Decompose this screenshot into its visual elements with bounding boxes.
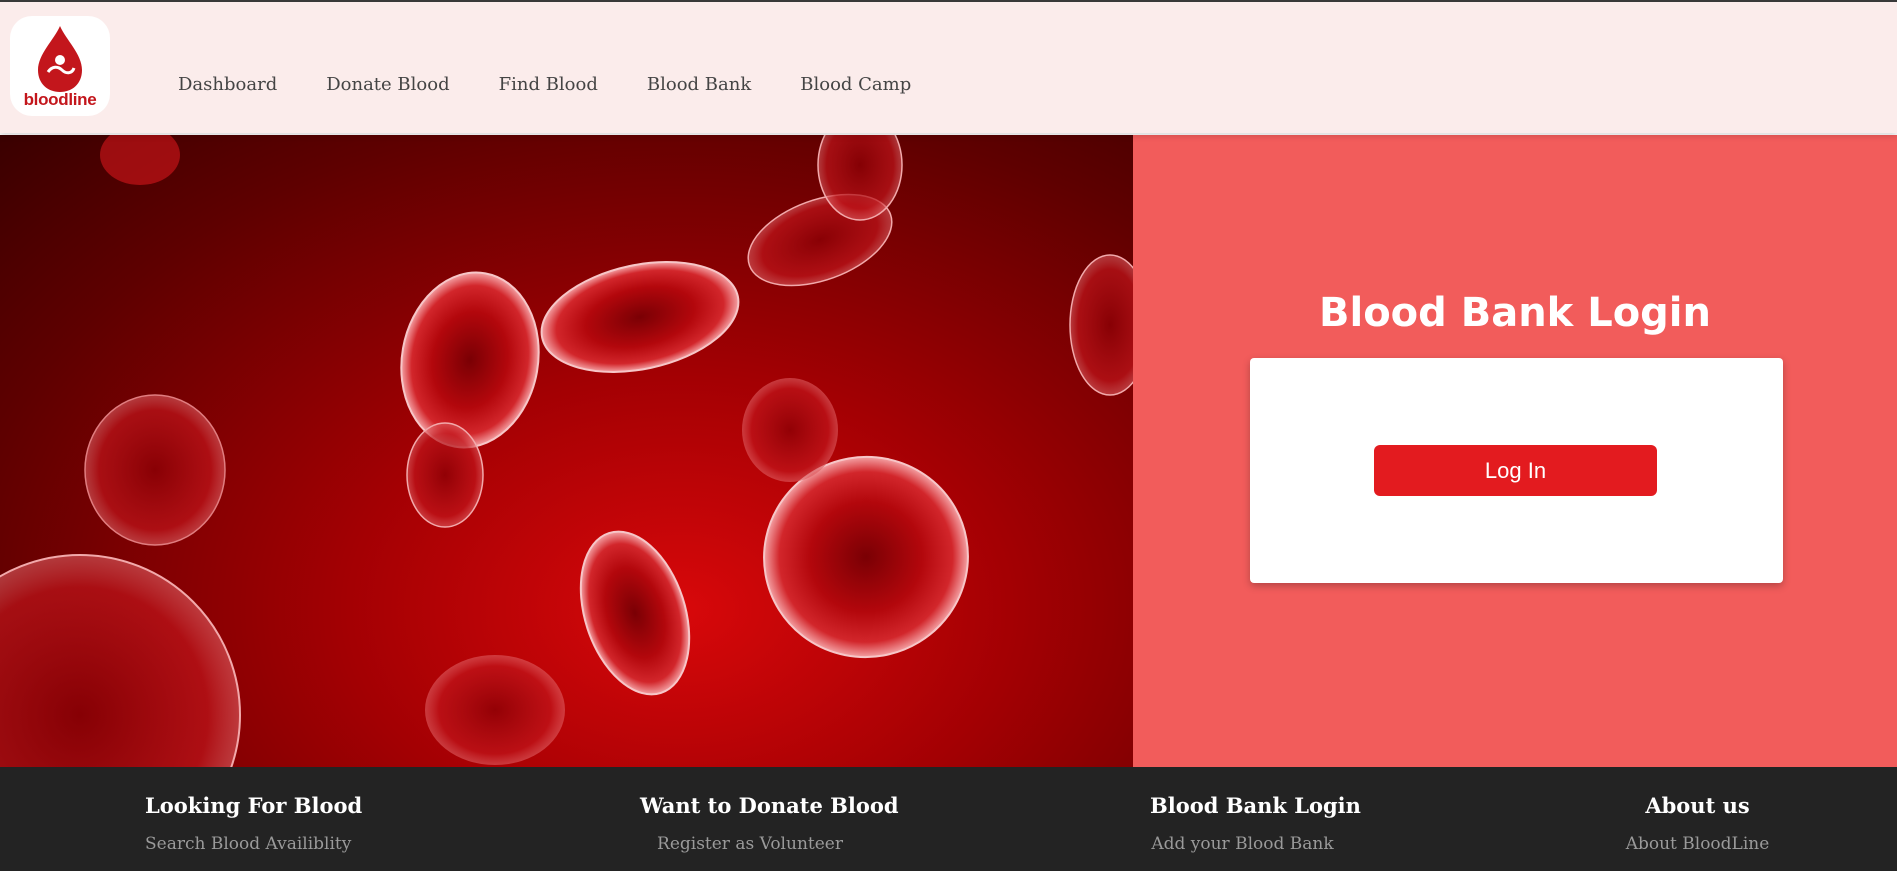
nav-find-blood[interactable]: Find Blood <box>499 74 598 95</box>
bloodline-logo[interactable]: bloodline <box>10 16 110 116</box>
login-card: Log In <box>1250 358 1783 583</box>
footer: Looking For Blood Search Blood Availibli… <box>0 767 1897 871</box>
footer-link-about-bloodline[interactable]: About BloodLine <box>1625 834 1770 854</box>
nav-donate-blood[interactable]: Donate Blood <box>326 74 449 95</box>
footer-col-about-us: About us About BloodLine <box>1625 793 1770 854</box>
navbar: bloodline Dashboard Donate Blood Find Bl… <box>0 2 1897 133</box>
login-panel: Blood Bank Login Log In <box>1133 135 1897 767</box>
footer-col-donate-blood: Want to Donate Blood Register as Volunte… <box>640 793 899 854</box>
footer-col-blood-bank-login: Blood Bank Login Add your Blood Bank <box>1150 793 1361 854</box>
login-button[interactable]: Log In <box>1374 445 1657 496</box>
footer-heading: Want to Donate Blood <box>640 793 899 818</box>
blood-cells-illustration <box>0 135 1133 767</box>
footer-heading: About us <box>1645 793 1750 818</box>
nav-blood-bank[interactable]: Blood Bank <box>647 74 751 95</box>
hero-blood-cells-image <box>0 135 1133 767</box>
footer-link-register-volunteer[interactable]: Register as Volunteer <box>640 834 860 854</box>
main-nav: Dashboard Donate Blood Find Blood Blood … <box>178 74 960 95</box>
footer-col-looking-for-blood: Looking For Blood Search Blood Availibli… <box>145 793 363 854</box>
footer-link-add-blood-bank[interactable]: Add your Blood Bank <box>1150 834 1335 854</box>
nav-blood-camp[interactable]: Blood Camp <box>800 74 911 95</box>
nav-dashboard[interactable]: Dashboard <box>178 74 277 95</box>
footer-heading: Looking For Blood <box>145 793 363 818</box>
login-title: Blood Bank Login <box>1319 289 1711 336</box>
footer-link-search-blood[interactable]: Search Blood Availiblity <box>145 834 351 854</box>
logo-text: bloodline <box>23 90 97 109</box>
footer-heading: Blood Bank Login <box>1150 793 1361 818</box>
